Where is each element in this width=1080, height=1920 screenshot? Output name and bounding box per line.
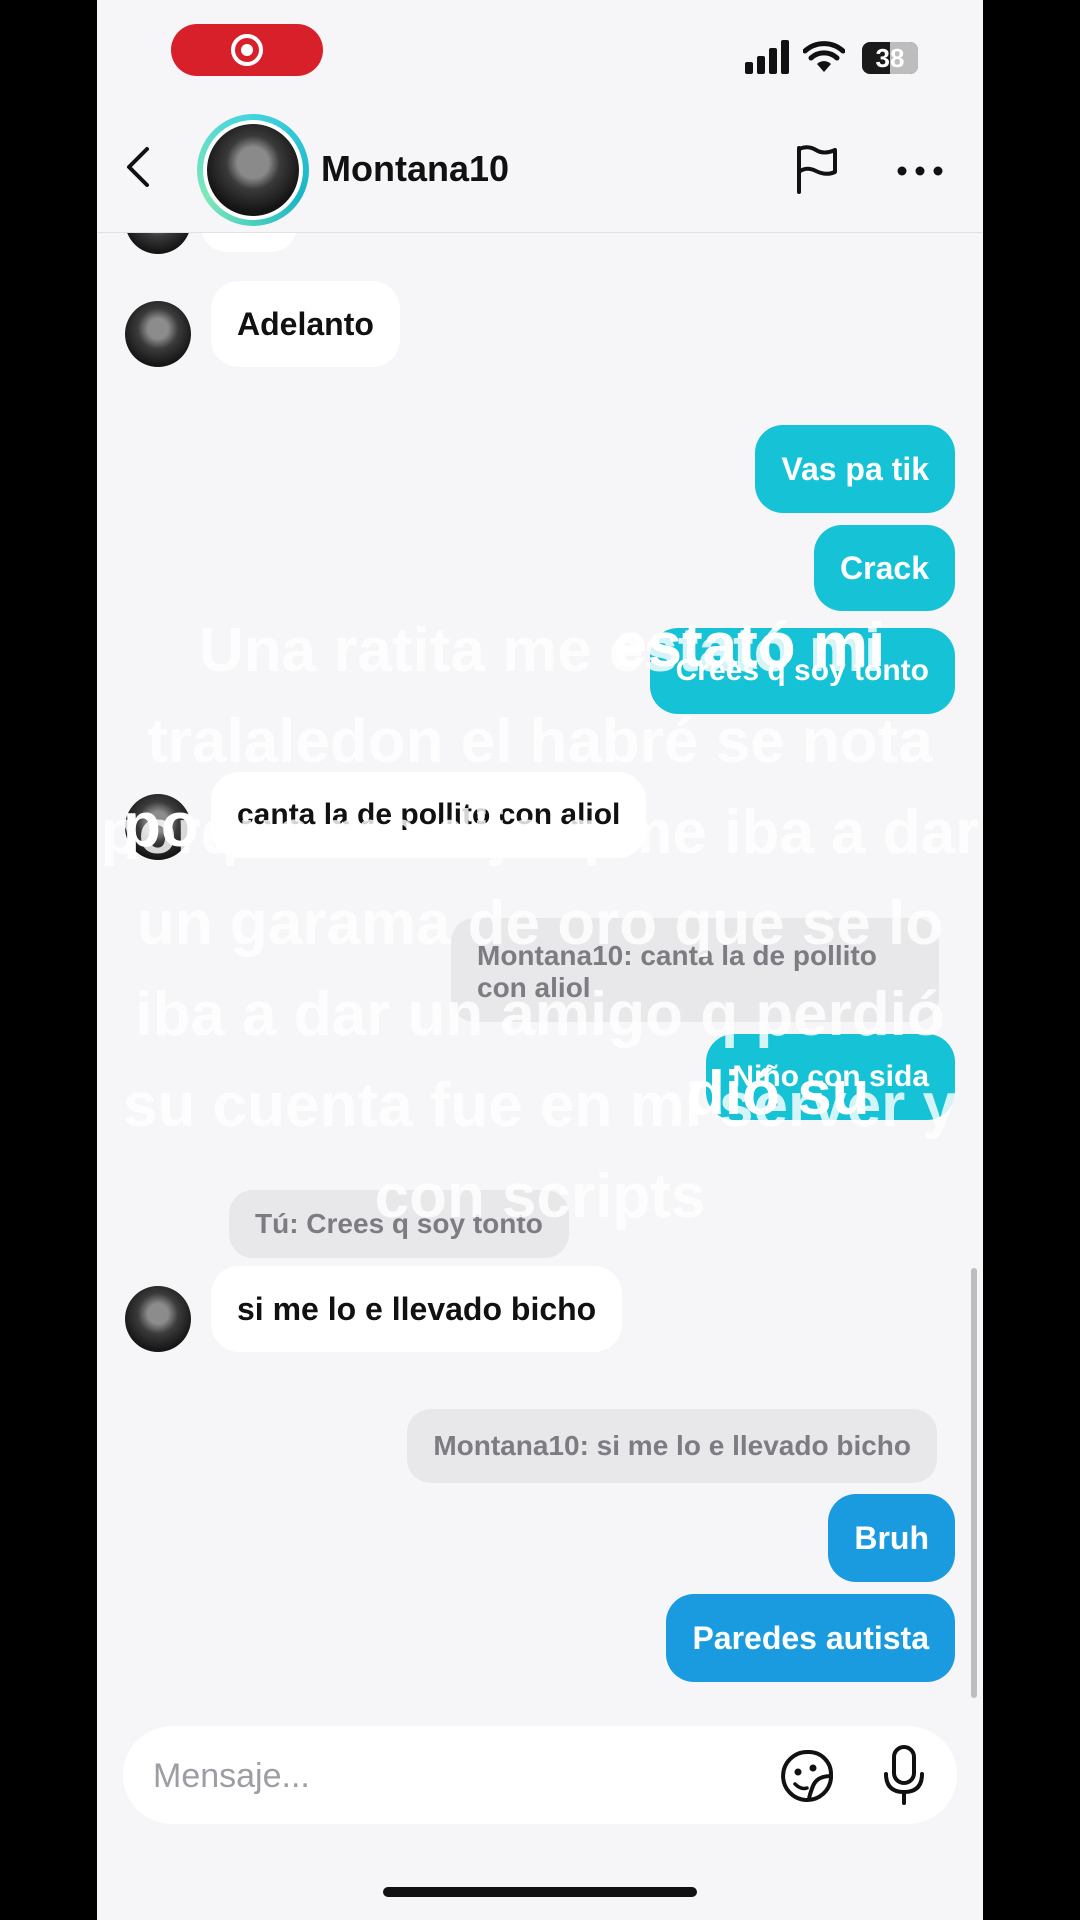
contact-username[interactable]: Montana10 [321, 148, 509, 190]
message-bubble-outgoing[interactable]: Bruh [828, 1494, 955, 1582]
message-bubble-outgoing[interactable]: Vas pa tik [755, 425, 955, 513]
chat-screen: 38 Montana10 Adelanto Vas pa tik Crack C… [97, 0, 983, 1920]
message-bubble-incoming[interactable]: Adelanto [211, 281, 400, 367]
reply-quote[interactable]: Montana10: si me lo e llevado bicho [407, 1409, 937, 1483]
reply-quote[interactable]: Montana10: canta la de pollito con aliol [451, 918, 939, 1022]
flag-icon[interactable] [793, 144, 839, 194]
more-icon[interactable] [897, 166, 943, 176]
contact-avatar-small [125, 1286, 191, 1352]
record-icon [231, 34, 263, 66]
message-bubble-incoming[interactable]: canta la de pollito con aliol [211, 772, 647, 858]
back-icon[interactable] [123, 146, 153, 188]
battery-icon: 38 [862, 42, 918, 74]
message-bubble-outgoing[interactable]: Paredes autista [666, 1594, 955, 1682]
caption-fragment: dió su [687, 1059, 870, 1128]
caption-fragment: po [123, 791, 199, 860]
wifi-icon [803, 41, 845, 72]
contact-avatar-small [125, 301, 191, 367]
contact-avatar[interactable] [197, 114, 309, 226]
scrollbar[interactable] [971, 1268, 977, 1698]
message-bubble-incoming[interactable]: si me lo e llevado bicho [211, 1266, 623, 1352]
caption-fragment: estató mi [613, 611, 886, 680]
message-input[interactable] [151, 1750, 715, 1802]
screen-record-indicator[interactable] [171, 24, 323, 76]
reply-quote[interactable]: Tú: Crees q soy tonto [229, 1190, 569, 1258]
message-bubble-outgoing[interactable]: Crack [814, 525, 955, 611]
sticker-icon[interactable] [779, 1748, 835, 1804]
home-indicator[interactable] [383, 1887, 697, 1897]
mic-icon[interactable] [883, 1744, 925, 1806]
message-composer [123, 1726, 957, 1824]
signal-icon [745, 40, 793, 74]
battery-level: 38 [875, 43, 905, 73]
chat-header: Montana10 [97, 100, 983, 233]
